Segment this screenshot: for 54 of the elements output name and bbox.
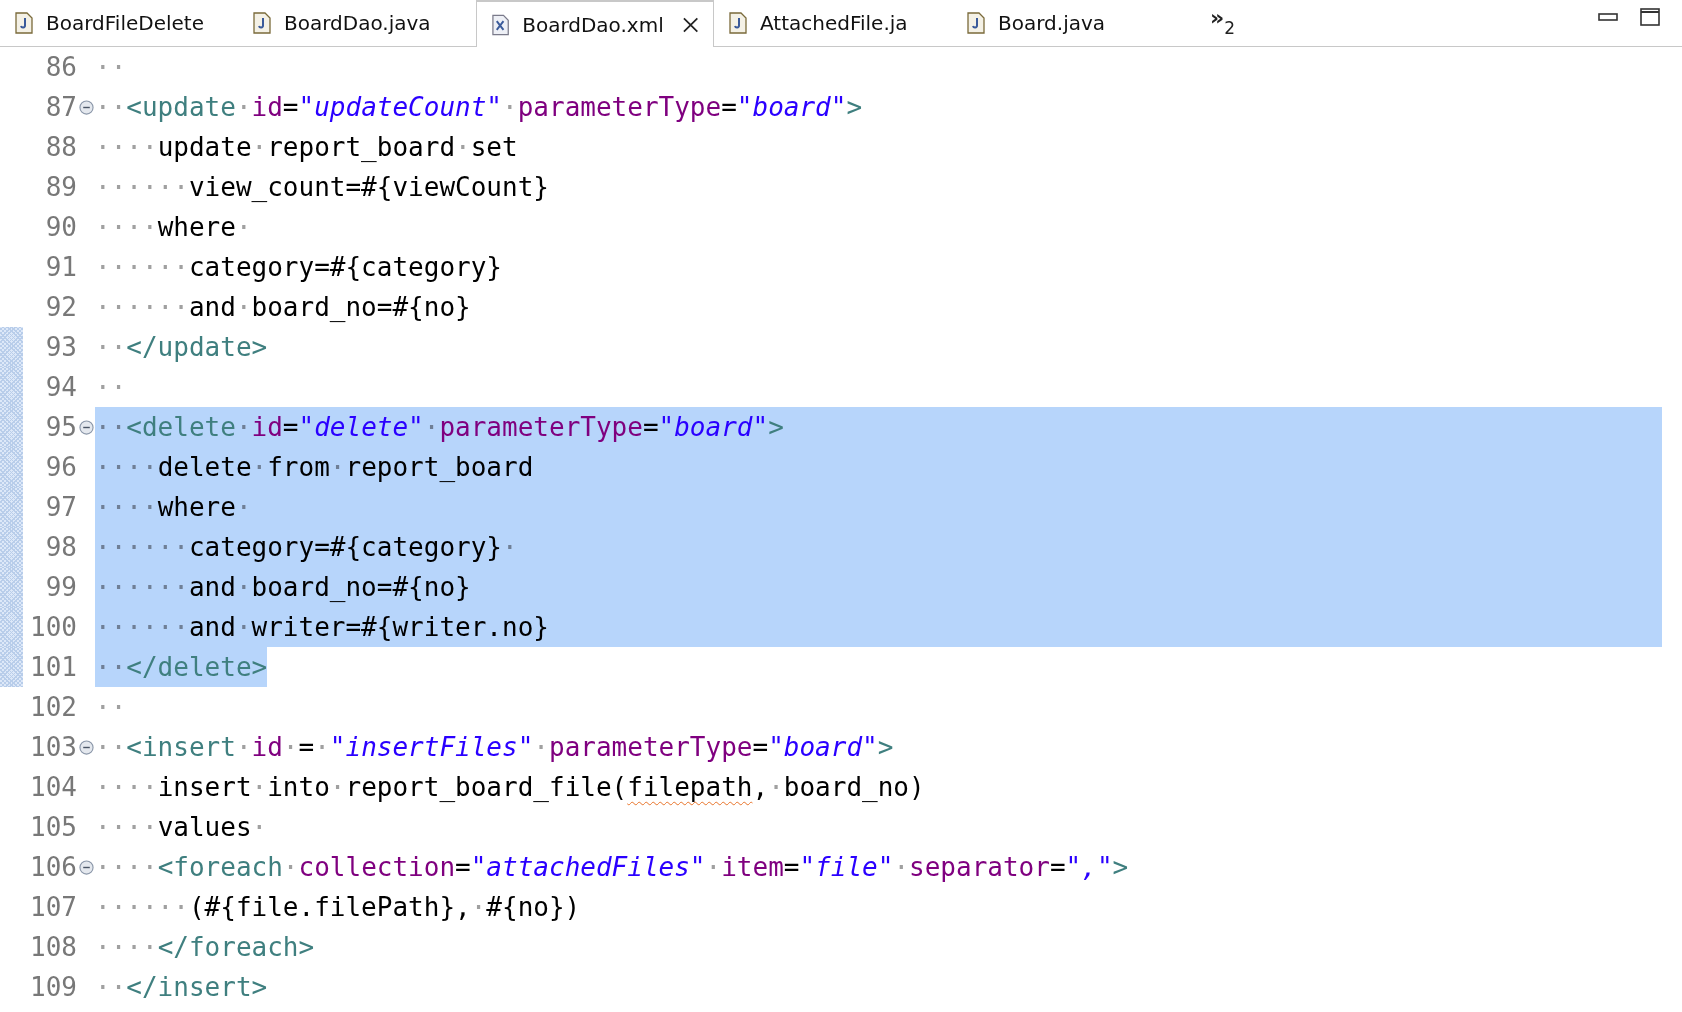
code-line: ··: [95, 691, 127, 724]
line-number: 102: [29, 691, 77, 724]
collapse-icon[interactable]: [78, 739, 94, 755]
code-line: ····update·report_board·set: [95, 131, 518, 164]
collapse-icon[interactable]: [78, 419, 94, 435]
editor-tab[interactable]: BoardDao.xml: [476, 0, 714, 47]
line-number: 88: [44, 131, 77, 164]
code-line: ··: [95, 51, 127, 84]
line-number: 98: [44, 531, 77, 564]
java-file-icon: [252, 12, 272, 34]
code-line: ····insert·into·report_board_file(filepath,·board_no): [95, 771, 925, 804]
line-number: 94: [44, 371, 77, 404]
line-number: 91: [44, 251, 77, 284]
line-number: 97: [44, 491, 77, 524]
code-line: ····where·: [95, 211, 252, 244]
line-number: 106: [29, 851, 77, 884]
line-number: 108: [29, 931, 77, 964]
code-line: ······and·board_no=#{no}: [95, 291, 471, 324]
line-number: 103: [29, 731, 77, 764]
xml-file-icon: [491, 13, 511, 36]
line-number: 101: [29, 651, 77, 684]
code-line: ··<insert·id·=·"insertFiles"·parameterType="board">: [95, 731, 894, 764]
line-number: 89: [44, 171, 77, 204]
collapse-icon[interactable]: [78, 859, 94, 875]
close-icon[interactable]: [681, 15, 699, 34]
line-number: 109: [29, 971, 77, 1004]
line-number: 100: [29, 611, 77, 644]
maximize-icon[interactable]: [1640, 8, 1660, 26]
code-line: ······view_count=#{viewCount}: [95, 171, 549, 204]
code-line: ······(#{file.filePath},·#{no}): [95, 891, 581, 924]
code-line: ··: [95, 371, 127, 404]
code-line: ····values·: [95, 811, 268, 844]
line-number: 96: [44, 451, 77, 484]
java-file-icon: [966, 12, 986, 34]
code-line: ····<foreach·collection="attachedFiles"·item="file"·separator=",">: [95, 851, 1129, 884]
line-number: 90: [44, 211, 77, 244]
line-number: 86: [44, 51, 77, 84]
line-number: 107: [29, 891, 77, 924]
line-number: 99: [44, 571, 77, 604]
line-number: 92: [44, 291, 77, 324]
code-line: ····</foreach>: [95, 931, 315, 964]
line-number: 105: [29, 811, 77, 844]
collapse-icon[interactable]: [78, 99, 94, 115]
java-file-icon: [14, 12, 34, 34]
code-line: ··</insert>: [95, 971, 268, 1004]
code-line: ··<update·id="updateCount"·parameterType="board">: [95, 91, 863, 124]
minimize-icon[interactable]: [1598, 13, 1618, 21]
line-number: 93: [44, 331, 77, 364]
code-line: ··</update>: [95, 331, 268, 364]
line-number: 95: [44, 411, 77, 444]
java-file-icon: [728, 12, 748, 34]
line-number: 104: [29, 771, 77, 804]
code-line: ······category=#{category}: [95, 251, 502, 284]
line-number: 87: [44, 91, 77, 124]
